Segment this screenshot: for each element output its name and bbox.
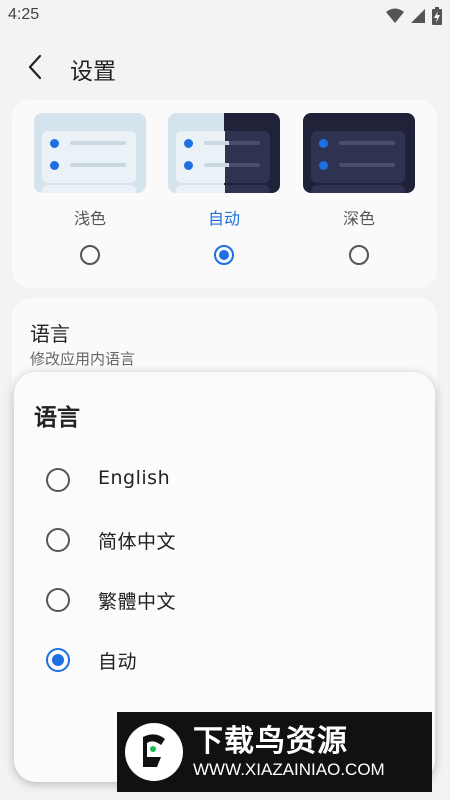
theme-radio-auto[interactable] xyxy=(214,245,234,265)
radio-traditional-chinese[interactable] xyxy=(46,588,70,612)
radio-english[interactable] xyxy=(46,468,70,492)
radio-simplified-chinese[interactable] xyxy=(46,528,70,552)
language-setting-subtitle: 修改应用内语言 xyxy=(30,350,136,368)
language-option-label: English xyxy=(98,467,171,489)
status-time: 4:25 xyxy=(8,6,40,23)
app-bar: 设置 xyxy=(0,42,450,92)
language-option-english[interactable]: English xyxy=(34,450,414,506)
theme-option-label: 自动 xyxy=(207,209,240,228)
theme-radio-dark[interactable] xyxy=(349,245,369,265)
theme-option-dark[interactable]: 深色 xyxy=(303,113,415,265)
language-option-label: 简体中文 xyxy=(98,531,177,553)
theme-option-label: 深色 xyxy=(342,209,375,228)
status-icons xyxy=(386,7,442,25)
theme-radio-light[interactable] xyxy=(80,245,100,265)
dark-theme-preview xyxy=(303,113,415,193)
radio-auto[interactable] xyxy=(46,648,70,672)
language-option-simplified-chinese[interactable]: 简体中文 xyxy=(34,510,414,566)
language-setting-title: 语言 xyxy=(30,322,70,346)
watermark-name: 下载鸟资源 xyxy=(193,724,348,759)
language-option-label: 繁體中文 xyxy=(98,591,177,613)
theme-card: 浅色 自动 深色 xyxy=(12,100,437,288)
page-title: 设置 xyxy=(70,59,116,85)
battery-charging-icon xyxy=(432,7,442,25)
back-button[interactable] xyxy=(18,50,52,84)
language-option-traditional-chinese[interactable]: 繁體中文 xyxy=(34,570,414,626)
theme-option-label: 浅色 xyxy=(73,209,106,228)
language-option-auto[interactable]: 自动 xyxy=(34,630,414,686)
wifi-icon xyxy=(386,8,404,23)
watermark-url: WWW.XIAZAINIAO.COM xyxy=(193,760,385,779)
light-theme-preview xyxy=(34,113,146,193)
watermark-banner: 下载鸟资源 WWW.XIAZAINIAO.COM xyxy=(117,712,432,792)
chevron-left-icon xyxy=(28,54,42,80)
language-option-label: 自动 xyxy=(98,651,138,673)
dialog-title: 语言 xyxy=(34,405,80,431)
theme-option-light[interactable]: 浅色 xyxy=(34,113,146,265)
auto-theme-preview xyxy=(168,113,280,193)
theme-option-auto[interactable]: 自动 xyxy=(168,113,280,265)
status-bar: 4:25 xyxy=(0,0,450,32)
signal-icon xyxy=(411,9,425,23)
bird-logo-icon xyxy=(125,723,183,781)
